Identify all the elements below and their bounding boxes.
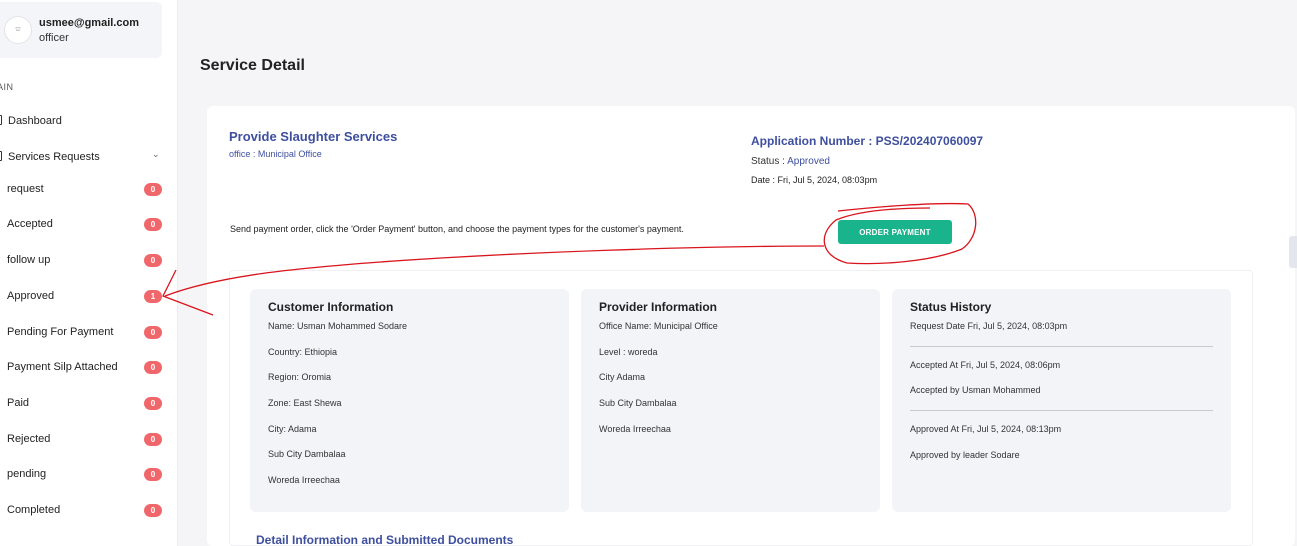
subitem-label: Completed [7,504,61,516]
payment-instructions: Send payment order, click the 'Order Pay… [230,224,684,234]
sidebar-item-label: Dashboard [8,115,62,127]
side-scroll-tab[interactable] [1289,236,1297,268]
subitem-label: Payment Silp Attached [7,361,118,373]
sidebar-item-dashboard[interactable]: Dashboard [0,110,170,132]
count-badge: 0 [144,326,162,339]
sidebar-subitem-payment-slip-attached[interactable]: Payment Silp Attached 0 [0,358,170,378]
count-badge: 0 [144,397,162,410]
customer-name: Name: Usman Mohammed Sodare [268,321,408,331]
subitem-label: follow up [7,254,51,266]
customer-info-title: Customer Information [268,300,394,314]
sidebar-subitem-accepted[interactable]: Accepted 0 [0,215,170,235]
history-divider [910,410,1213,411]
sidebar-item-services-requests[interactable]: Services Requests ⌄ [0,146,170,168]
provider-city: City Adama [599,372,646,382]
history-divider [910,346,1213,347]
sidebar-subitem-approved[interactable]: Approved 1 [0,287,170,307]
customer-subcity: Sub City Dambalaa [268,449,346,459]
sidebar-subitem-pending[interactable]: pending 0 [0,465,170,485]
status-history-title: Status History [910,300,992,314]
customer-city: City: Adama [268,424,317,434]
subitem-label: Rejected [7,433,51,445]
application-number: Application Number : PSS/202407060097 [751,134,984,148]
service-office: office : Municipal Office [229,149,322,159]
subitem-label: Paid [7,397,30,409]
sidebar-subitem-pending-for-payment[interactable]: Pending For Payment 0 [0,323,170,343]
sidebar-subitem-completed[interactable]: Completed 0 [0,501,170,521]
sidebar: ⛫ usmee@gmail.com officer AIN Dashboard … [0,0,178,546]
provider-level: Level : woreda [599,347,658,357]
provider-woreda: Woreda Irreechaa [599,424,671,434]
provider-office: Office Name: Municipal Office [599,321,718,331]
count-badge: 0 [144,433,162,446]
customer-zone: Zone: East Shewa [268,398,342,408]
sidebar-subitem-rejected[interactable]: Rejected 0 [0,430,170,450]
application-status: Status : Approved [751,156,830,167]
detail-section-title[interactable]: Detail Information and Submitted Documen… [256,533,513,546]
customer-woreda: Woreda Irreechaa [268,475,340,485]
services-icon [0,151,2,161]
customer-country: Country: Ethiopia [268,347,338,357]
subitem-label: Approved [7,290,55,302]
user-role: officer [39,32,69,44]
provider-subcity: Sub City Dambalaa [599,398,677,408]
dashboard-icon [0,115,2,125]
subitem-label: request [7,183,44,195]
sidebar-subitem-request[interactable]: request 0 [0,180,170,200]
history-approved-at: Approved At Fri, Jul 5, 2024, 08:13pm [910,424,1062,434]
application-date: Date : Fri, Jul 5, 2024, 08:03pm [751,175,878,185]
subitem-label: Pending For Payment [7,326,114,338]
subitem-label: pending [7,468,47,480]
history-accepted-at: Accepted At Fri, Jul 5, 2024, 08:06pm [910,360,1061,370]
user-email: usmee@gmail.com [39,17,139,29]
history-approved-by: Approved by leader Sodare [910,450,1020,460]
page-title: Service Detail [200,57,305,74]
history-accepted-by: Accepted by Usman Mohammed [910,385,1041,395]
count-badge: 0 [144,361,162,374]
section-label-main: AIN [0,82,14,92]
subitem-label: Accepted [7,218,53,230]
count-badge: 0 [144,218,162,231]
avatar: ⛫ [4,16,32,44]
history-request-date: Request Date Fri, Jul 5, 2024, 08:03pm [910,321,1068,331]
chevron-down-icon[interactable]: ⌄ [152,149,160,160]
count-badge: 0 [144,504,162,517]
service-name: Provide Slaughter Services [229,129,398,144]
customer-region: Region: Oromia [268,372,332,382]
count-badge: 0 [144,254,162,267]
status-badge: Approved [787,156,830,167]
sidebar-subitem-follow-up[interactable]: follow up 0 [0,251,170,271]
count-badge: 0 [144,468,162,481]
sidebar-subitem-paid[interactable]: Paid 0 [0,394,170,414]
order-payment-button[interactable]: ORDER PAYMENT [838,220,952,244]
status-label: Status : [751,156,788,167]
count-badge: 1 [144,290,162,303]
user-card[interactable]: ⛫ usmee@gmail.com officer [0,2,162,58]
provider-info-title: Provider Information [599,300,718,314]
count-badge: 0 [144,183,162,196]
sidebar-item-label: Services Requests [8,151,100,163]
